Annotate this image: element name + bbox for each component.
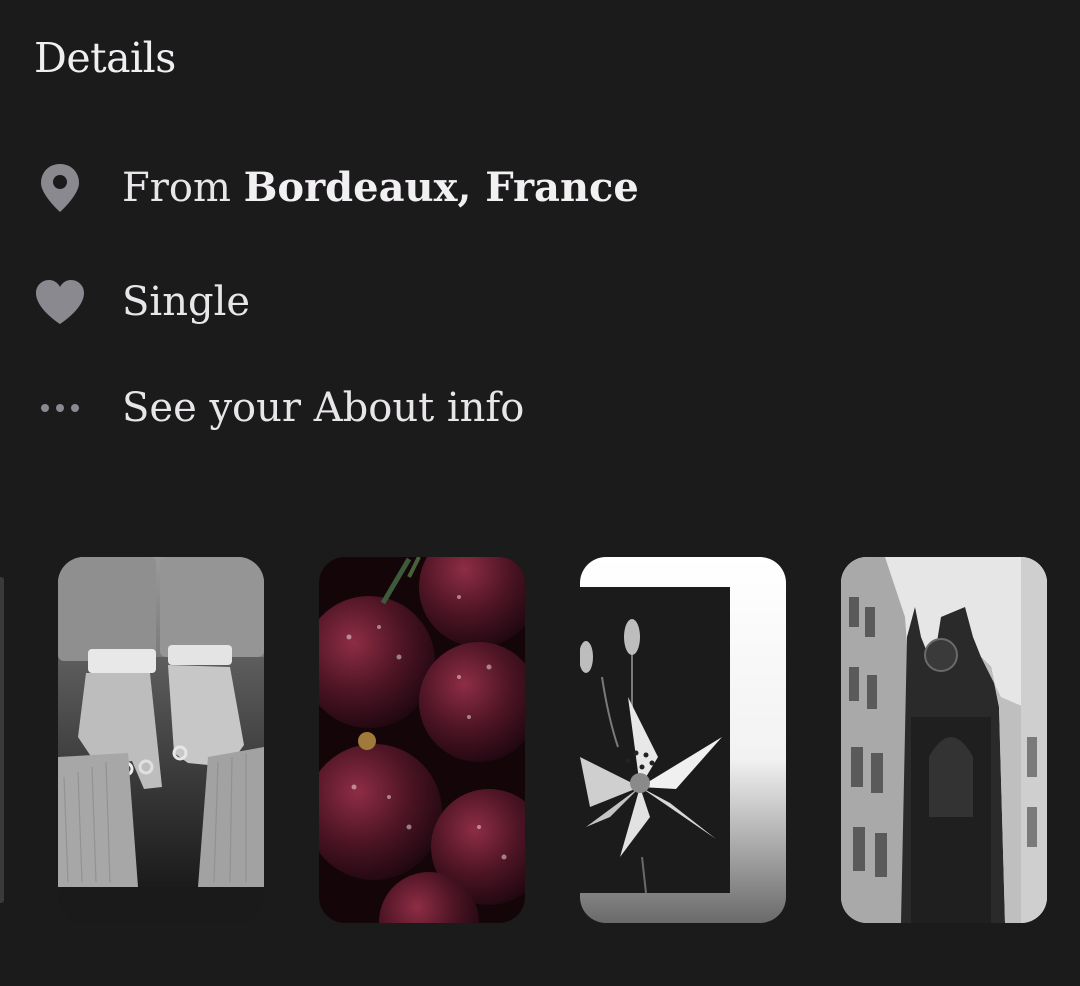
detail-see-about[interactable]: See your About info <box>0 376 1080 440</box>
featured-photo-hands[interactable] <box>58 557 264 923</box>
detail-hometown[interactable]: From Bordeaux, France <box>0 156 1080 220</box>
more-dots-icon <box>30 378 90 438</box>
hometown-value: Bordeaux, France <box>243 164 639 211</box>
featured-photo-cherries[interactable] <box>319 557 525 923</box>
previous-photo-edge[interactable] <box>0 577 4 903</box>
relationship-text: Single <box>122 279 251 325</box>
details-heading: Details <box>34 34 176 82</box>
detail-relationship[interactable]: Single <box>0 270 1080 334</box>
hometown-text: From Bordeaux, France <box>122 160 639 216</box>
featured-photo-church[interactable] <box>841 557 1047 923</box>
hometown-prefix: From <box>122 165 231 211</box>
heart-icon <box>30 272 90 332</box>
location-pin-icon <box>30 158 90 218</box>
featured-photo-lily[interactable] <box>580 557 786 923</box>
featured-photos <box>0 557 1080 923</box>
see-about-text: See your About info <box>122 385 525 431</box>
